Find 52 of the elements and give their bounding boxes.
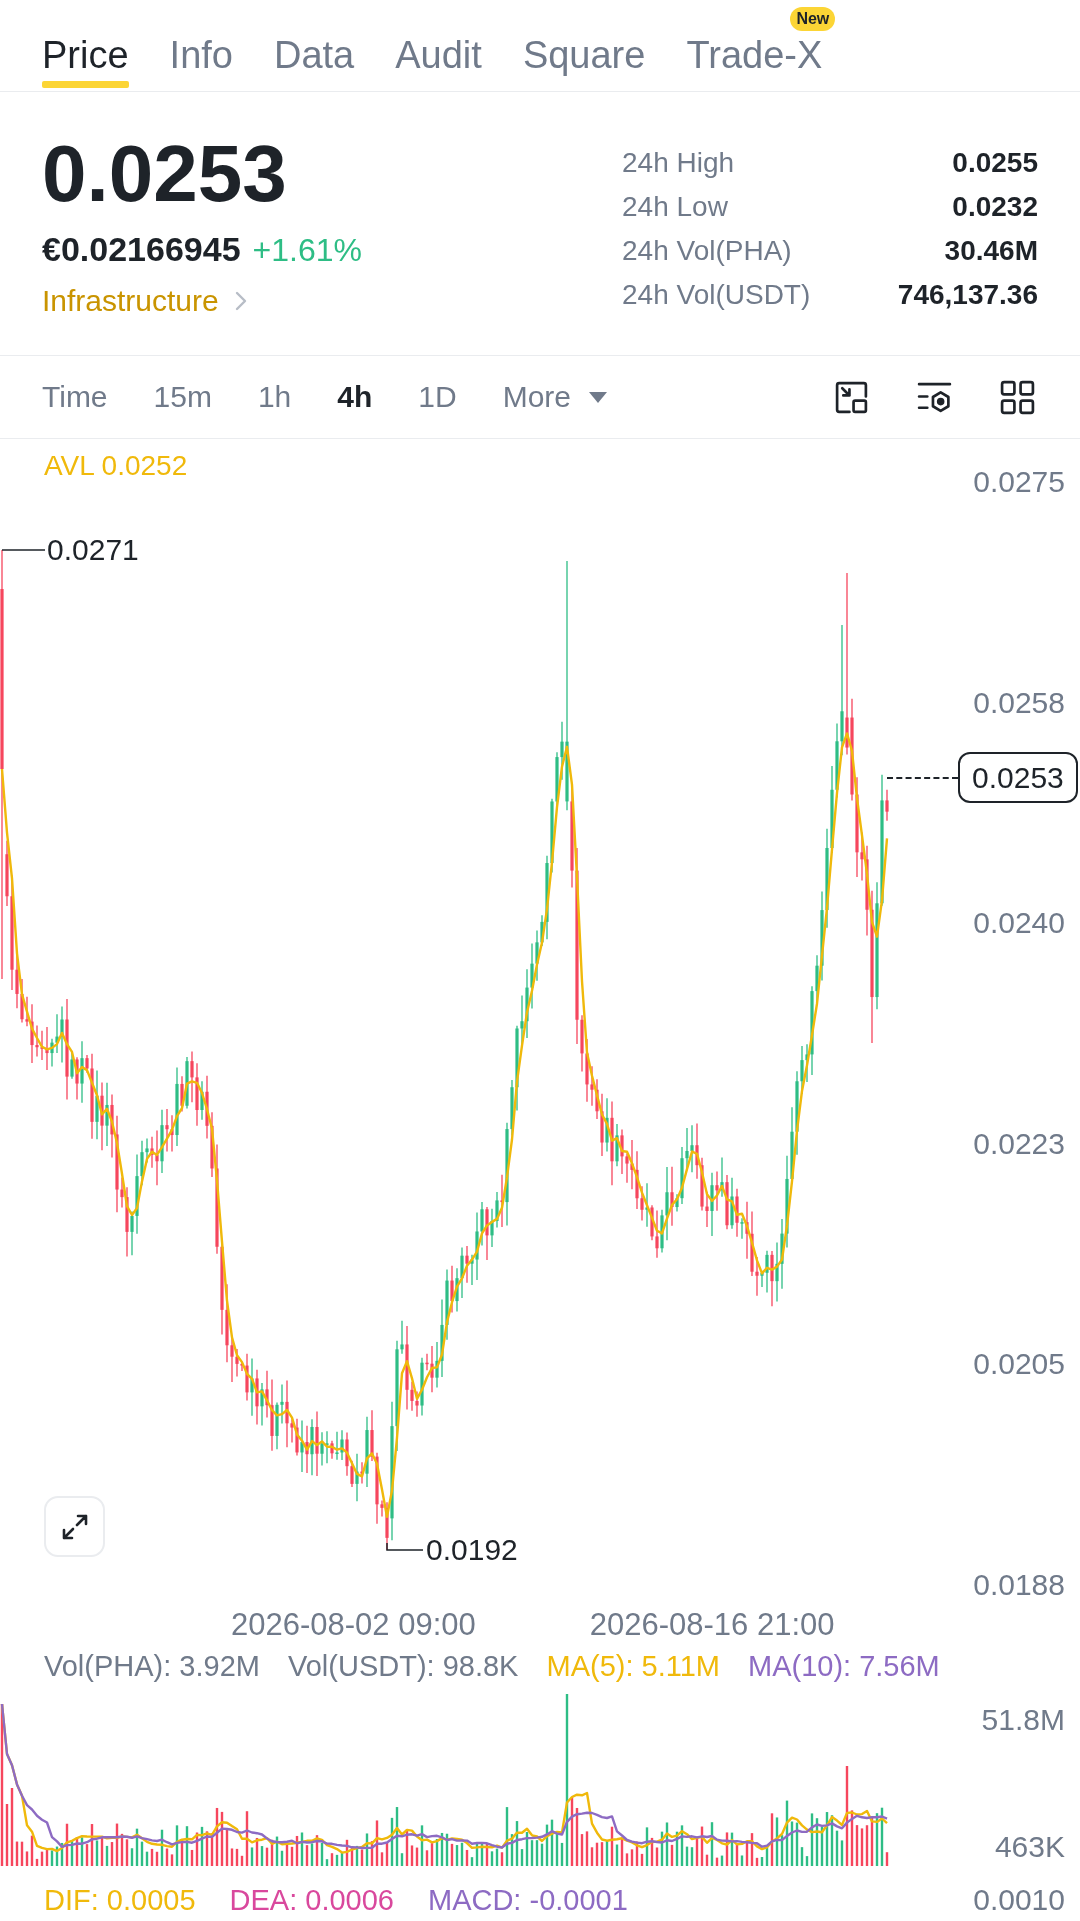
- tab[interactable]: Data: [273, 0, 355, 91]
- low-leader-line: [386, 1542, 424, 1551]
- volume-legend-text: Vol(USDT): 98.8K: [288, 1649, 519, 1684]
- volume-axis-label: 463K: [994, 1830, 1065, 1864]
- more-menu-button[interactable]: More: [502, 377, 608, 417]
- current-price-label: 0.0253: [958, 752, 1078, 803]
- tab[interactable]: Audit: [395, 0, 482, 91]
- time-axis-label: 2026-08-16 21:00: [589, 1606, 835, 1644]
- stat-value: 30.46M: [943, 235, 1038, 267]
- low-price-label: 0.0192: [426, 1532, 518, 1568]
- interval-tab[interactable]: 1D: [418, 377, 457, 417]
- price-axis-label: 0.0240: [973, 905, 1065, 942]
- tab[interactable]: Price: [42, 0, 129, 91]
- volume-legend-text: MA(10): 7.56M: [748, 1649, 940, 1684]
- last-price: 0.0253: [42, 134, 287, 214]
- category-link[interactable]: Infrastructure: [42, 283, 247, 319]
- macd-axis-label: 0.0010: [973, 1882, 1065, 1918]
- macd-legend-text: DIF: 0.0005: [44, 1883, 196, 1918]
- stat-label: 24h Vol(USDT): [622, 279, 812, 311]
- price-axis-label: 0.0223: [973, 1125, 1065, 1162]
- high-leader-line: [1, 549, 46, 551]
- interval-tab[interactable]: 15m: [153, 377, 212, 417]
- fiat-price: €0.02166945: [42, 229, 241, 269]
- volume-legend-text: MA(5): 5.11M: [546, 1649, 720, 1684]
- stat-value: 746,137.36: [897, 279, 1038, 311]
- chevron-right-icon: [234, 291, 247, 311]
- price-axis-label: 0.0188: [973, 1566, 1065, 1603]
- stat-value: 0.0255: [951, 147, 1038, 179]
- macd-legend-text: DEA: 0.0006: [229, 1883, 394, 1918]
- expand-button[interactable]: [44, 1496, 105, 1557]
- stat-label: 24h High: [622, 147, 736, 179]
- price-change: +1.61%: [252, 231, 362, 270]
- volume-legend-text: Vol(PHA): 3.92M: [44, 1649, 260, 1684]
- stat-label: 24h Low: [622, 191, 729, 223]
- macd-legend-text: MACD: -0.0001: [428, 1883, 628, 1918]
- interval-tab[interactable]: Time: [42, 377, 108, 417]
- tab[interactable]: Square: [522, 0, 646, 91]
- avl-label: AVL 0.0252: [44, 449, 188, 483]
- price-axis-label: 0.0205: [973, 1346, 1065, 1383]
- price-axis-label: 0.0275: [973, 464, 1065, 500]
- interval-tab[interactable]: 4h: [337, 377, 373, 417]
- high-price-label: 0.0271: [47, 532, 139, 568]
- new-badge: New: [790, 7, 836, 31]
- time-axis-label: 2026-08-02 09:00: [231, 1606, 476, 1644]
- volume-axis-label: 51.8M: [981, 1703, 1065, 1737]
- price-axis-label: 0.0258: [973, 684, 1065, 721]
- stat-label: 24h Vol(PHA): [622, 235, 793, 267]
- grid-icon[interactable]: [999, 378, 1036, 416]
- interval-tab[interactable]: 1h: [257, 377, 292, 417]
- caret-down-icon: [589, 391, 608, 403]
- stat-value: 0.0232: [951, 191, 1038, 223]
- tab[interactable]: Info: [169, 0, 233, 91]
